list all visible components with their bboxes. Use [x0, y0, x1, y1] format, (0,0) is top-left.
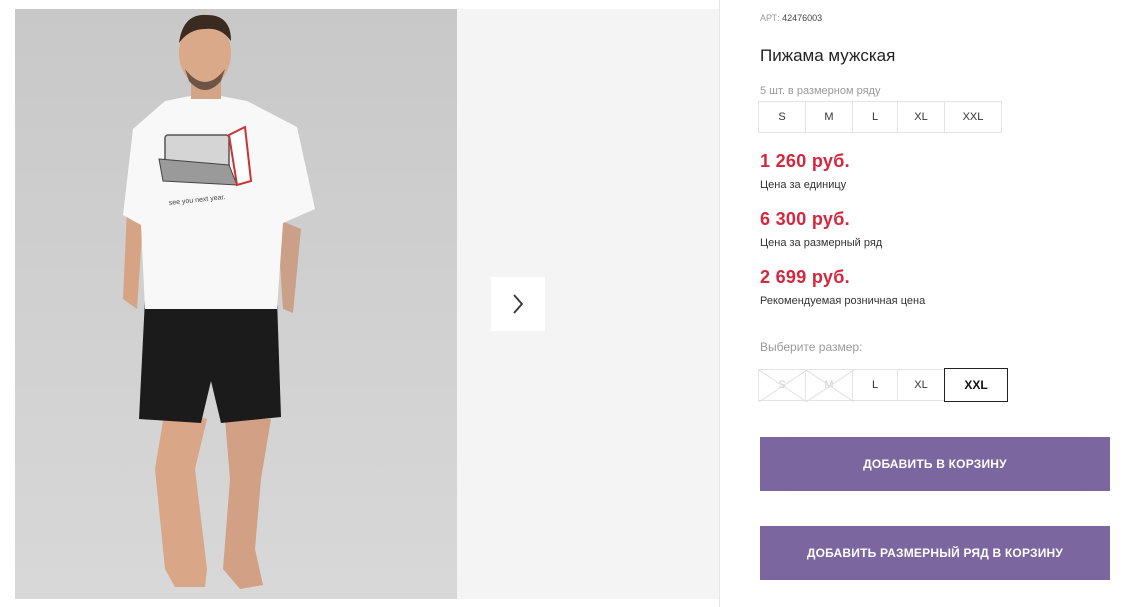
size-row-note: 5 шт. в размерном ряду: [760, 85, 881, 97]
article-number: АРТ: 42476003: [760, 13, 822, 23]
size-row-list: S M L XL XXL: [758, 101, 1002, 133]
next-image-button[interactable]: [491, 277, 545, 331]
unavailable-cross-icon: [806, 370, 854, 402]
chevron-right-icon: [513, 294, 524, 314]
size-row-item: XL: [897, 101, 945, 133]
size-option-xxl[interactable]: XXL: [944, 368, 1008, 402]
product-photo[interactable]: see you next year.: [15, 9, 457, 599]
model-illustration: see you next year.: [123, 14, 315, 589]
size-option-m: M: [805, 369, 854, 402]
size-row-item: XXL: [944, 101, 1002, 133]
column-divider: [719, 0, 720, 607]
size-option-l[interactable]: L: [852, 369, 898, 401]
choose-size-label: Выберите размер:: [760, 340, 863, 354]
unit-price: 1 260 руб.: [760, 151, 850, 171]
article-value: 42476003: [782, 13, 823, 23]
unavailable-cross-icon: [759, 370, 807, 402]
size-selector: S M L XL XXL: [758, 368, 1008, 402]
size-option-xl[interactable]: XL: [897, 369, 945, 401]
article-label: АРТ:: [760, 13, 780, 23]
add-size-row-to-cart-button[interactable]: ДОБАВИТЬ РАЗМЕРНЫЙ РЯД В КОРЗИНУ: [760, 526, 1110, 580]
unit-price-label: Цена за единицу: [760, 179, 847, 191]
size-row-price-label: Цена за размерный ряд: [760, 237, 883, 249]
size-option-s: S: [758, 369, 807, 402]
size-row-item: L: [852, 101, 898, 133]
size-row-item: S: [758, 101, 806, 133]
retail-price: 2 699 руб.: [760, 267, 850, 287]
product-gallery: see you next year.: [15, 9, 719, 599]
add-to-cart-button[interactable]: ДОБАВИТЬ В КОРЗИНУ: [760, 437, 1110, 491]
size-row-item: M: [805, 101, 853, 133]
product-title: Пижама мужская: [760, 46, 896, 65]
retail-price-label: Рекомендуемая розничная цена: [760, 295, 926, 307]
size-row-price: 6 300 руб.: [760, 209, 850, 229]
